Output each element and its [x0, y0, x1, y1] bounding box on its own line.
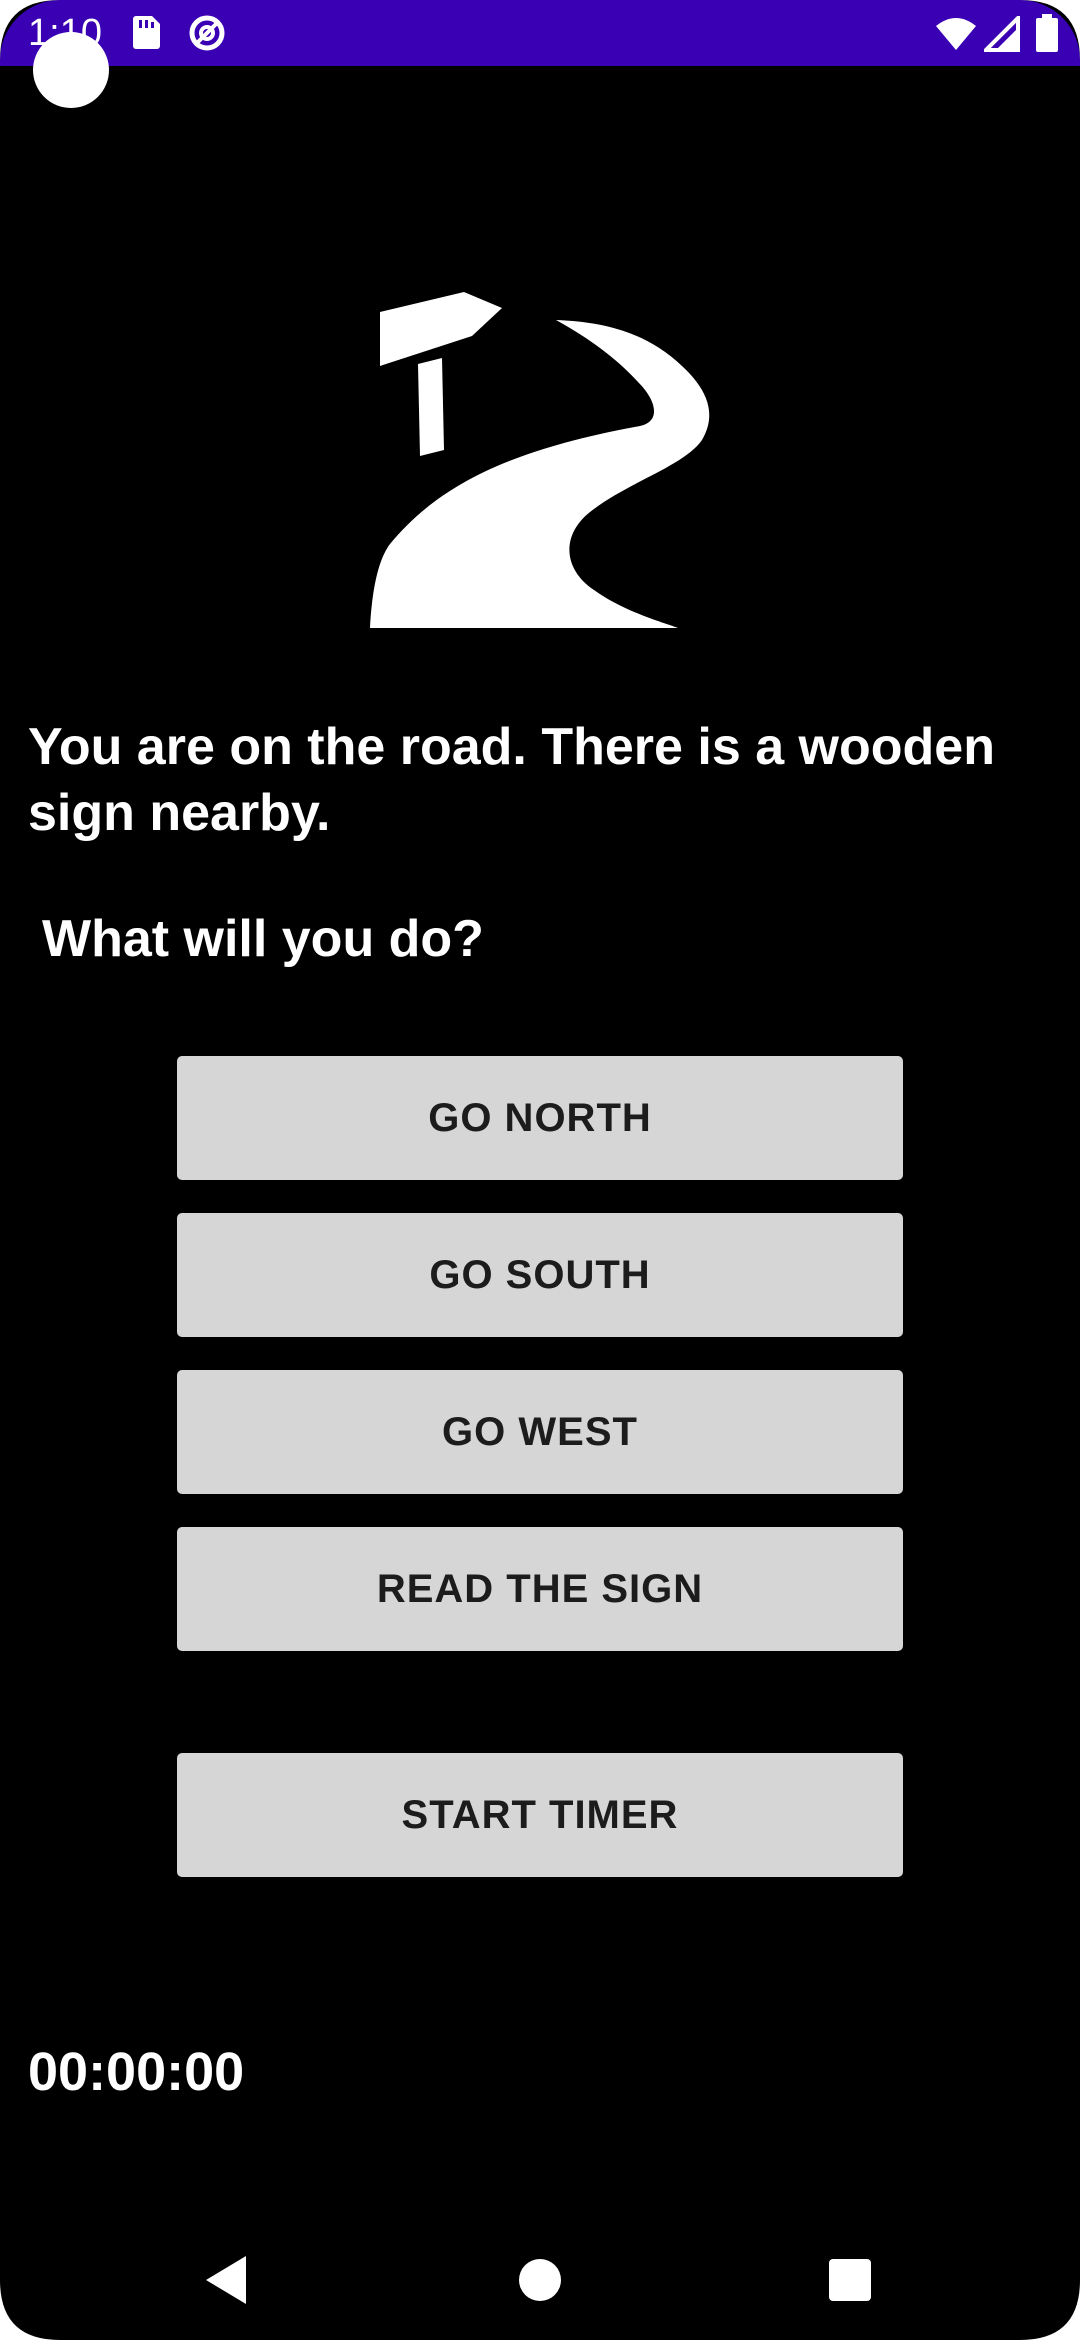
- sd-card-icon: [130, 14, 162, 55]
- app-screen: 1:10: [0, 0, 1080, 2340]
- status-bar: 1:10: [0, 0, 1080, 66]
- screen-corner-bottom-right: [1020, 2280, 1080, 2340]
- go-north-button[interactable]: GO NORTH: [177, 1056, 903, 1180]
- story-description: You are on the road. There is a wooden s…: [28, 718, 995, 842]
- read-sign-button[interactable]: READ THE SIGN: [177, 1527, 903, 1651]
- go-south-button[interactable]: GO SOUTH: [177, 1213, 903, 1337]
- home-icon[interactable]: [480, 2220, 600, 2340]
- action-prompt: What will you do?: [42, 910, 484, 968]
- recents-icon[interactable]: [790, 2220, 910, 2340]
- system-navigation-bar: [0, 2220, 1080, 2340]
- screen-corner-top-right: [1020, 0, 1080, 60]
- go-west-button[interactable]: GO WEST: [177, 1370, 903, 1494]
- screen-corner-bottom-left: [0, 2280, 60, 2340]
- signal-icon: [981, 13, 1020, 57]
- back-icon[interactable]: [166, 2220, 286, 2340]
- timer-display: 00:00:00: [28, 2042, 245, 2102]
- at-sign-icon: [188, 14, 226, 57]
- road-with-signpost-icon: [368, 290, 718, 630]
- screen-corner-top-left: [0, 0, 60, 60]
- start-timer-button[interactable]: START TIMER: [177, 1753, 903, 1877]
- wifi-icon: [934, 16, 978, 57]
